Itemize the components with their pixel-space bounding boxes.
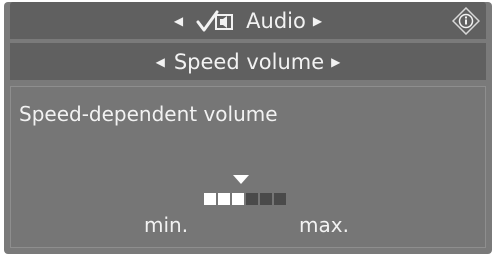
idrive-screen: ◀ Audio ▶ ◀ Speed volume ▶ Speed-depende… [4, 2, 492, 254]
menu-prev-arrow-icon[interactable]: ◀ [174, 14, 183, 28]
submenu-header[interactable]: ◀ Speed volume ▶ [10, 43, 486, 80]
min-label: min. [144, 213, 189, 237]
menu-title: Audio [246, 8, 306, 33]
menu-next-arrow-icon[interactable]: ▶ [313, 14, 322, 28]
submenu-prev-arrow-icon[interactable]: ◀ [156, 55, 165, 69]
level-segment [274, 193, 286, 205]
info-icon[interactable] [451, 6, 481, 36]
level-segment [204, 193, 216, 205]
max-label: max. [299, 213, 349, 237]
level-segment [246, 193, 258, 205]
speed-volume-panel: Speed-dependent volume min. max. [10, 86, 486, 248]
level-marker-icon [233, 175, 249, 184]
level-segment [232, 193, 244, 205]
level-segment [218, 193, 230, 205]
panel-title: Speed-dependent volume [19, 102, 278, 126]
submenu-title: Speed volume [173, 49, 325, 74]
menu-header[interactable]: ◀ Audio ▶ [10, 2, 486, 39]
audio-settings-icon [196, 9, 236, 33]
level-segment [260, 193, 272, 205]
submenu-next-arrow-icon[interactable]: ▶ [331, 55, 340, 69]
volume-level-slider[interactable] [204, 193, 286, 205]
